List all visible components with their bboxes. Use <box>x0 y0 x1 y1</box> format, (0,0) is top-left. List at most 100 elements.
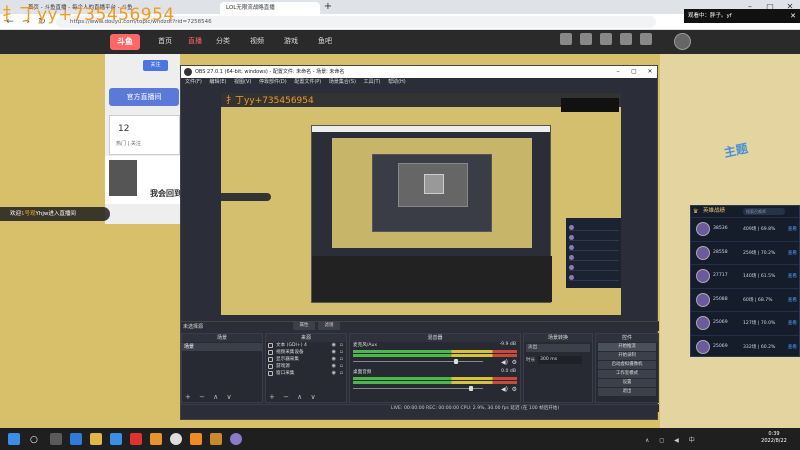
lock-icon[interactable]: ▫ <box>340 363 343 370</box>
task-view-icon[interactable] <box>50 433 62 445</box>
nav-live[interactable]: 直播 <box>188 36 202 46</box>
volume-slider[interactable] <box>353 359 517 364</box>
source-item[interactable]: 文本 (GDI+) 4 ◉ ▫ <box>266 342 346 349</box>
lock-icon[interactable]: ▫ <box>340 349 343 356</box>
history-icon[interactable] <box>560 33 572 45</box>
hero-stat-row[interactable]: 25069 127场 | 70.0% 查看 <box>691 311 799 335</box>
properties-button[interactable]: 属性 <box>293 322 315 330</box>
system-tray[interactable]: ∧ ◻ ◀ 中 <box>645 435 699 444</box>
menu-view[interactable]: 视图(V) <box>234 79 251 85</box>
download-icon[interactable] <box>580 33 592 45</box>
transition-select[interactable]: 淡出 <box>526 344 590 352</box>
menu-edit[interactable]: 编辑(E) <box>209 79 226 85</box>
nested-preview-level3 <box>372 154 492 232</box>
source-item[interactable]: 视频采集设备 ◉ ▫ <box>266 349 346 356</box>
sources-dock-controls[interactable]: + − ∧ ∨ <box>266 393 346 402</box>
hero-stat-row[interactable]: 25069 332场 | 60.2% 查看 <box>691 334 799 359</box>
slider-knob[interactable] <box>468 386 473 391</box>
message-icon[interactable] <box>600 33 612 45</box>
visibility-eye-icon[interactable]: ◉ <box>332 342 336 349</box>
source-item[interactable]: 游戏源 ◉ ▫ <box>266 363 346 370</box>
menu-file[interactable]: 文件(F) <box>185 79 202 85</box>
hero-stat-row[interactable]: 25088 60场 | 68.7% 查看 <box>691 287 799 312</box>
speaker-icon[interactable]: ◀) <box>501 386 508 393</box>
chrome-icon[interactable] <box>230 433 242 445</box>
gear-icon[interactable]: ⚙ <box>512 359 517 366</box>
obs-preview[interactable]: 扌丁yy+735456954 <box>221 93 621 315</box>
exit-button[interactable]: 退出 <box>598 388 656 396</box>
view-link[interactable]: 查看 <box>788 250 797 256</box>
view-link[interactable]: 查看 <box>788 226 797 232</box>
minimize-icon[interactable]: – <box>611 66 625 78</box>
search-icon[interactable]: ○ <box>30 434 42 446</box>
follow-button[interactable]: 关注 <box>143 60 168 71</box>
follow-icon[interactable] <box>620 33 632 45</box>
hero-stat-row[interactable]: 38536 409场 | 69.8% 查看 <box>691 217 799 241</box>
nav-video[interactable]: 视频 <box>250 36 264 46</box>
maximize-icon[interactable]: ▢ <box>627 66 641 78</box>
source-label: 显示器采集 <box>276 357 299 362</box>
browser-tab-live-room[interactable]: LOL无限流战略直播 <box>220 2 320 14</box>
menu-docks[interactable]: 停靠部件(D) <box>259 79 287 85</box>
visibility-eye-icon[interactable]: ◉ <box>332 349 336 356</box>
start-recording-button[interactable]: 开始录制 <box>598 352 656 360</box>
filters-button[interactable]: 滤镜 <box>318 322 340 330</box>
close-icon[interactable]: ✕ <box>790 9 796 23</box>
gear-icon[interactable]: ⚙ <box>512 386 517 393</box>
streamer-name[interactable]: 我会回到 <box>150 188 182 199</box>
game-g-icon[interactable] <box>190 433 202 445</box>
toast-user: 1号观 <box>21 211 36 217</box>
settings-button[interactable]: 设置 <box>598 379 656 387</box>
start-streaming-button[interactable]: 开始推流 <box>598 343 656 351</box>
user-avatar[interactable] <box>674 33 691 50</box>
menu-tools[interactable]: 工具(T) <box>364 79 381 85</box>
site-logo[interactable]: 斗鱼 <box>110 34 140 50</box>
streamer-thumbnail[interactable] <box>109 160 137 196</box>
store-icon[interactable] <box>110 433 122 445</box>
track-name: 桌面音频 <box>353 370 372 375</box>
duration-input[interactable]: 300 ms <box>538 356 582 364</box>
lock-icon[interactable]: ▫ <box>340 356 343 363</box>
official-live-room-button[interactable]: 官方直播间 <box>109 88 179 106</box>
scenes-dock-controls[interactable]: + − ∧ ∨ <box>182 393 262 402</box>
nav-fishbar[interactable]: 鱼吧 <box>318 36 332 46</box>
upload-icon[interactable] <box>640 33 652 45</box>
hero-stat-row[interactable]: 28558 259场 | 70.2% 查看 <box>691 240 799 265</box>
app-orange-icon[interactable] <box>150 433 162 445</box>
new-tab-button[interactable]: + <box>322 1 334 13</box>
edge-browser-icon[interactable] <box>70 433 82 445</box>
speaker-icon[interactable]: ◀) <box>501 359 508 366</box>
hero-score: 28558 <box>713 249 728 255</box>
close-icon[interactable]: ✕ <box>643 66 657 78</box>
file-explorer-icon[interactable] <box>90 433 102 445</box>
lock-icon[interactable]: ▫ <box>340 342 343 349</box>
source-item[interactable]: 窗口采集 ◉ ▫ <box>266 370 346 377</box>
scene-item[interactable]: 场景 <box>182 343 262 351</box>
start-windows-icon[interactable] <box>8 433 20 445</box>
visibility-eye-icon[interactable]: ◉ <box>332 356 336 363</box>
visibility-eye-icon[interactable]: ◉ <box>332 370 336 377</box>
view-link[interactable]: 查看 <box>788 297 797 303</box>
lock-icon[interactable]: ▫ <box>340 370 343 377</box>
menu-profile[interactable]: 配置文件(P) <box>294 79 321 85</box>
volume-slider[interactable] <box>353 386 517 391</box>
view-link[interactable]: 查看 <box>788 320 797 326</box>
source-item[interactable]: 显示器采集 ◉ ▫ <box>266 356 346 363</box>
nav-category[interactable]: 分类 <box>216 36 230 46</box>
menu-scene-collection[interactable]: 场景集合(S) <box>329 79 356 85</box>
douyu-app-icon[interactable] <box>210 433 222 445</box>
nav-game[interactable]: 游戏 <box>284 36 298 46</box>
start-virtual-camera-button[interactable]: 启动虚拟摄像机 <box>598 361 656 369</box>
nav-home[interactable]: 首页 <box>158 36 172 46</box>
studio-mode-button[interactable]: 工作室模式 <box>598 370 656 378</box>
clock[interactable]: 0:39 2022/8/22 <box>758 431 790 445</box>
visibility-eye-icon[interactable]: ◉ <box>332 363 336 370</box>
slider-knob[interactable] <box>453 359 458 364</box>
weibo-icon[interactable] <box>130 433 142 445</box>
view-link[interactable]: 查看 <box>788 344 797 350</box>
obs-app-icon[interactable] <box>170 433 182 445</box>
summoner-search-input[interactable]: 搜索召唤师 <box>743 208 785 215</box>
menu-help[interactable]: 帮助(H) <box>388 79 406 85</box>
view-link[interactable]: 查看 <box>788 273 797 279</box>
hero-stat-row[interactable]: 27717 140场 | 61.5% 查看 <box>691 264 799 288</box>
